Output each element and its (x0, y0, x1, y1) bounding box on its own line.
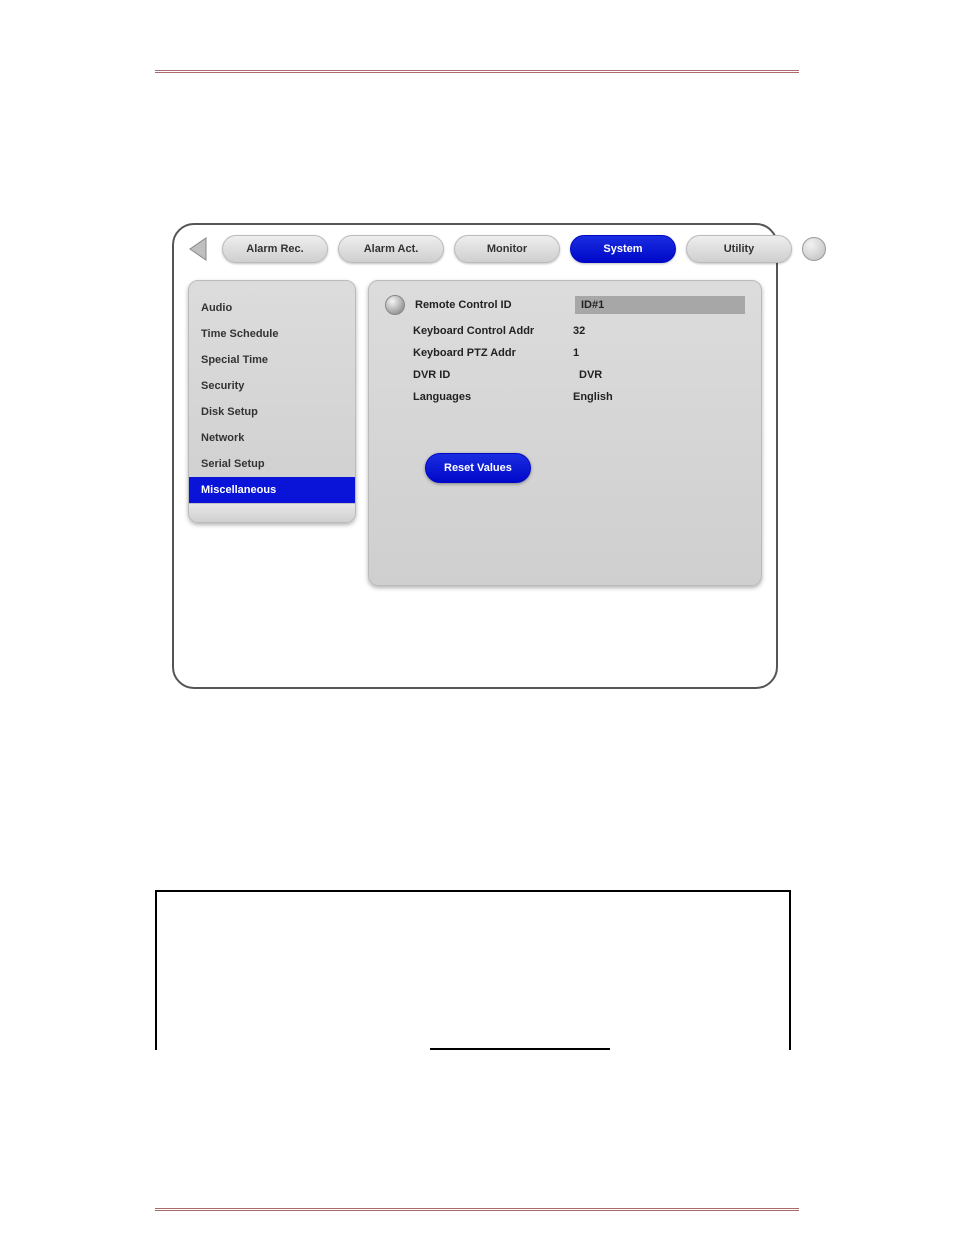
info-box (155, 890, 791, 1050)
tab-monitor[interactable]: Monitor (454, 235, 560, 263)
tab-label: System (603, 243, 642, 255)
tab-utility[interactable]: Utility (686, 235, 792, 263)
tab-system[interactable]: System (570, 235, 676, 263)
setting-label: Remote Control ID (415, 299, 565, 311)
sidebar-item-label: Audio (201, 302, 232, 314)
setting-row-remote-control-id: Remote Control ID ID#1 (385, 295, 745, 315)
setting-value[interactable]: ID#1 (575, 296, 745, 314)
top-divider (155, 70, 799, 73)
setting-row-languages: Languages English (385, 391, 745, 403)
settings-panel: Alarm Rec. Alarm Act. Monitor System Uti… (172, 223, 778, 689)
sidebar-item-label: Miscellaneous (201, 484, 276, 496)
tab-bar: Alarm Rec. Alarm Act. Monitor System Uti… (174, 225, 776, 263)
sidebar-item-label: Time Schedule (201, 328, 278, 340)
setting-row-keyboard-control-addr: Keyboard Control Addr 32 (385, 325, 745, 337)
setting-label: Keyboard Control Addr (413, 325, 563, 337)
sidebar-footer (189, 503, 355, 522)
setting-value[interactable]: DVR (573, 369, 745, 381)
sidebar-item-network[interactable]: Network (189, 425, 355, 451)
sidebar: Audio Time Schedule Special Time Securit… (188, 280, 356, 523)
setting-row-dvr-id: DVR ID DVR (385, 369, 745, 381)
radio-icon[interactable] (385, 295, 405, 315)
tab-label: Alarm Rec. (246, 243, 303, 255)
sidebar-item-miscellaneous[interactable]: Miscellaneous (189, 477, 355, 503)
setting-value[interactable]: English (573, 391, 745, 403)
bottom-divider (155, 1208, 799, 1211)
setting-label: Keyboard PTZ Addr (413, 347, 563, 359)
sidebar-item-label: Disk Setup (201, 406, 258, 418)
sidebar-item-time-schedule[interactable]: Time Schedule (189, 321, 355, 347)
sidebar-item-label: Serial Setup (201, 458, 265, 470)
tab-alarm-act[interactable]: Alarm Act. (338, 235, 444, 263)
sidebar-item-disk-setup[interactable]: Disk Setup (189, 399, 355, 425)
sidebar-item-audio[interactable]: Audio (189, 295, 355, 321)
setting-label: DVR ID (413, 369, 563, 381)
tab-label: Monitor (487, 243, 527, 255)
sidebar-item-label: Security (201, 380, 244, 392)
tab-nav-right-icon[interactable] (802, 237, 826, 261)
tab-label: Utility (724, 243, 755, 255)
tab-label: Alarm Act. (364, 243, 419, 255)
button-label: Reset Values (444, 462, 512, 474)
setting-value[interactable]: 32 (573, 325, 745, 337)
content-panel: Remote Control ID ID#1 Keyboard Control … (368, 280, 762, 586)
tab-nav-left-icon[interactable] (186, 236, 212, 262)
sidebar-item-serial-setup[interactable]: Serial Setup (189, 451, 355, 477)
sidebar-item-special-time[interactable]: Special Time (189, 347, 355, 373)
setting-value[interactable]: 1 (573, 347, 745, 359)
setting-row-keyboard-ptz-addr: Keyboard PTZ Addr 1 (385, 347, 745, 359)
tab-alarm-rec[interactable]: Alarm Rec. (222, 235, 328, 263)
sidebar-item-security[interactable]: Security (189, 373, 355, 399)
sidebar-item-label: Network (201, 432, 244, 444)
setting-label: Languages (413, 391, 563, 403)
info-underline (430, 1048, 610, 1050)
sidebar-item-label: Special Time (201, 354, 268, 366)
reset-values-button[interactable]: Reset Values (425, 453, 531, 483)
